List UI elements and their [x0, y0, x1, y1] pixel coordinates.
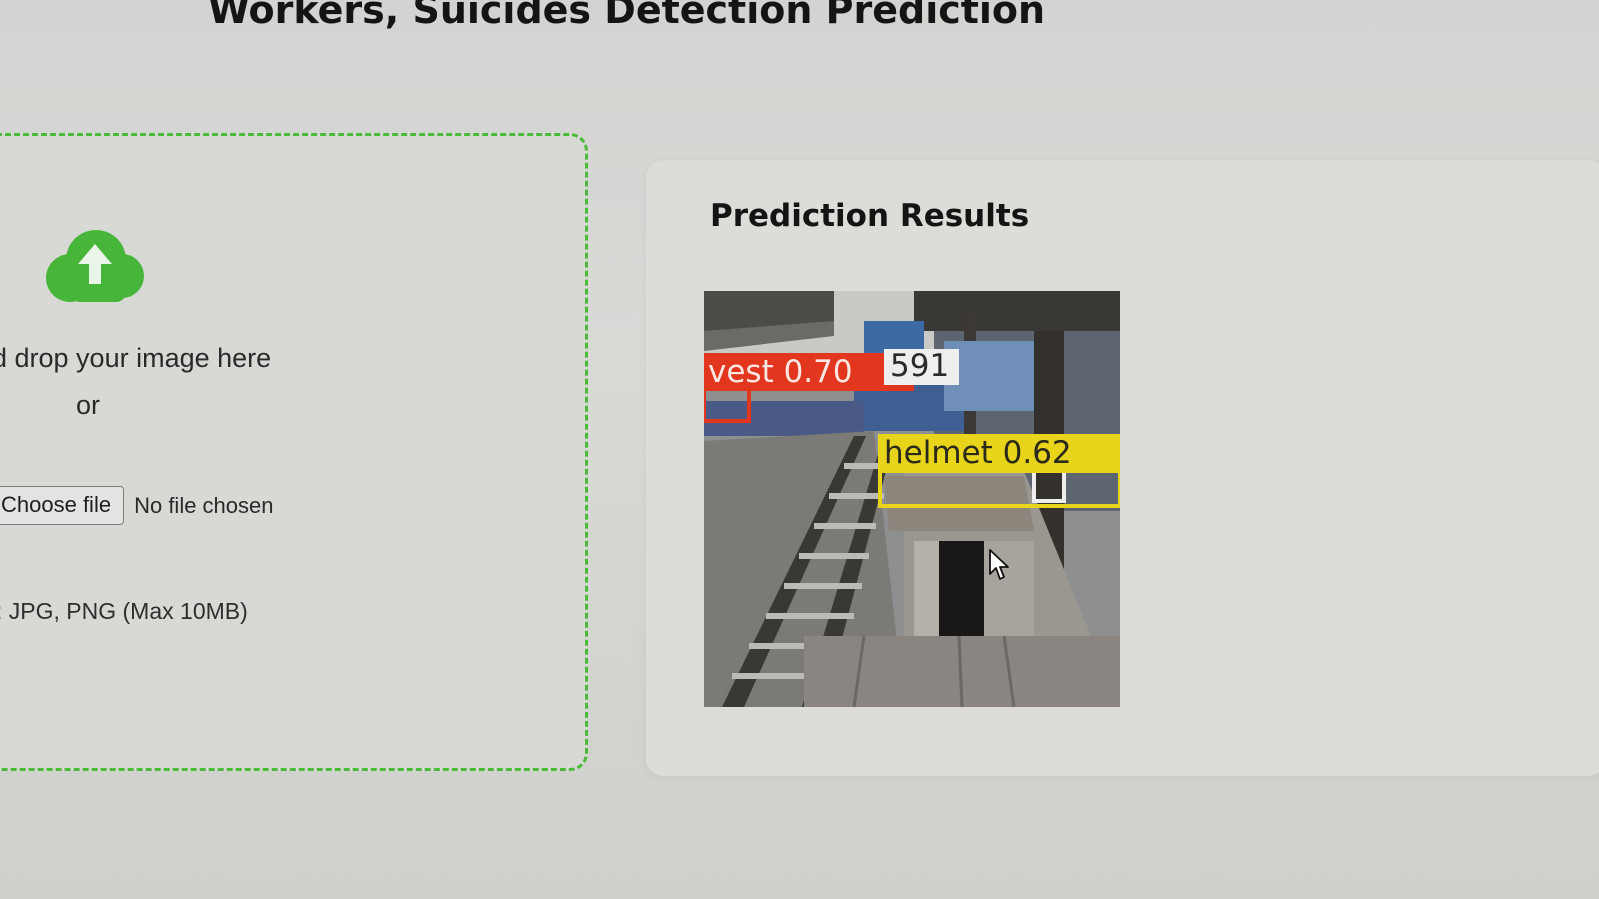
mouse-pointer-icon	[989, 549, 1009, 580]
vest-detection-label: vest 0.70	[708, 354, 853, 390]
prediction-image: vest 0.70 591 helmet 0.62	[704, 291, 1120, 707]
page-title: Workers, Suicides Detection Prediction	[208, 0, 1046, 32]
file-input[interactable]: Choose file No file chosen	[0, 486, 274, 525]
cloud-upload-icon	[46, 230, 144, 302]
file-status: No file chosen	[134, 492, 274, 518]
helmet-detection-label: helmet 0.62	[884, 435, 1072, 471]
results-heading: Prediction Results	[710, 198, 1030, 234]
id-detection-label: 591	[890, 348, 950, 384]
or-separator: or	[76, 390, 101, 420]
accepted-formats: : JPG, PNG (Max 10MB)	[0, 598, 248, 624]
choose-file-button[interactable]: Choose file	[0, 486, 125, 525]
drop-instructions: d drop your image here	[0, 343, 272, 373]
